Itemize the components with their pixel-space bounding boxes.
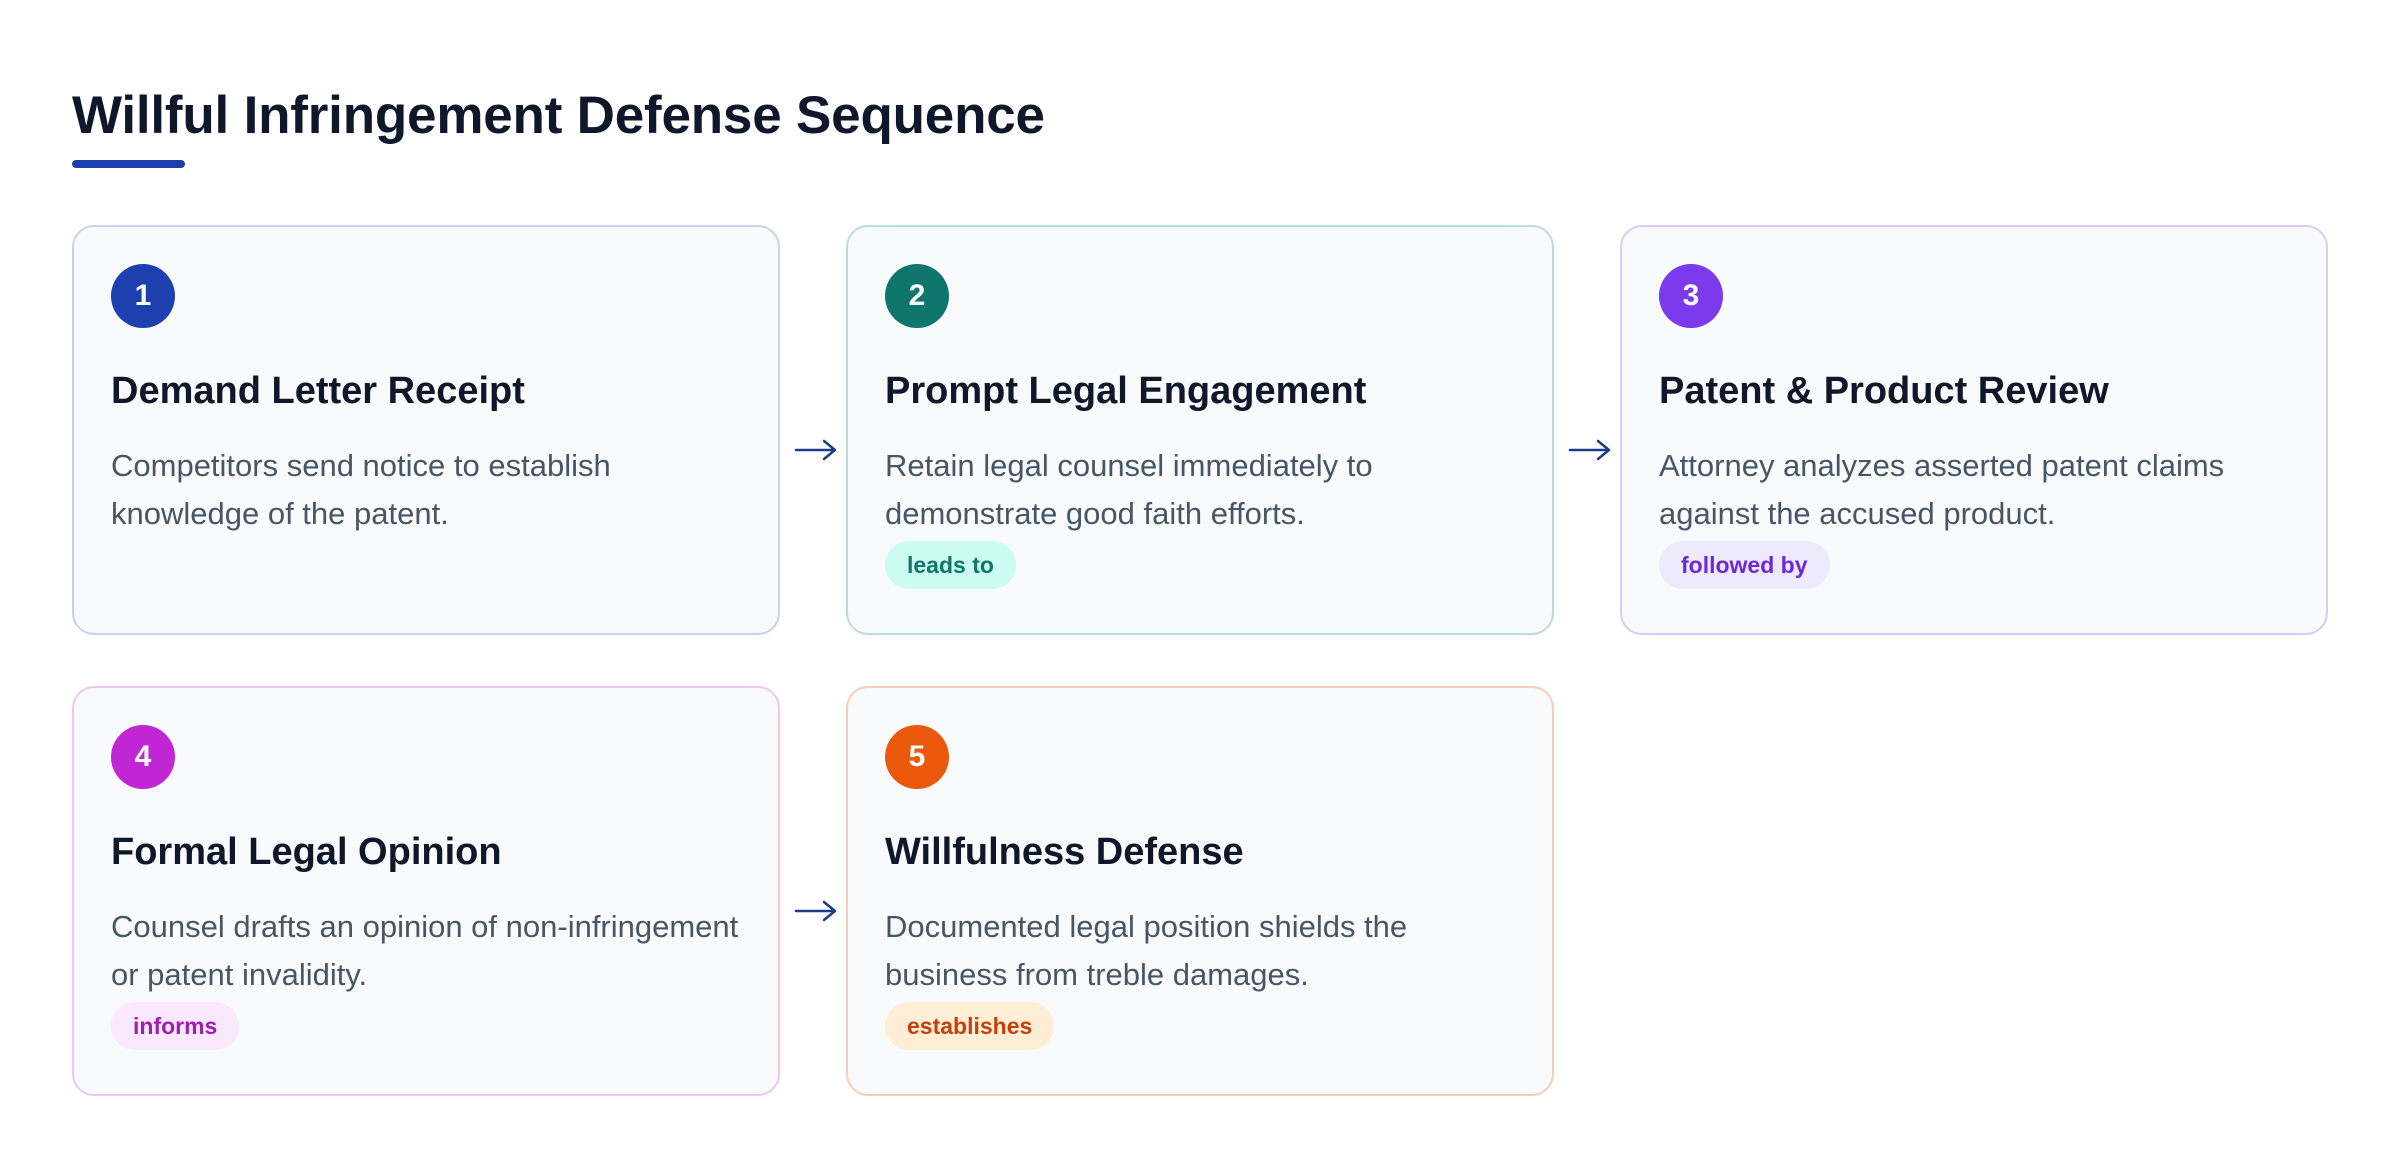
step-title: Demand Letter Receipt [111, 370, 525, 412]
step-description: Documented legal position shields the bu… [885, 909, 1408, 992]
relation-tag: informs [111, 1002, 240, 1050]
step-description: Retain legal counsel immediately to demo… [885, 448, 1373, 531]
relation-tag: followed by [1659, 541, 1830, 589]
arrow-right-icon [782, 435, 846, 465]
step-number-badge: 3 [1659, 264, 1723, 328]
step-title: Willfulness Defense [885, 831, 1244, 873]
relation-tag: leads to [885, 541, 1016, 589]
step-number-badge: 2 [885, 264, 949, 328]
arrow-right-icon [1556, 435, 1620, 465]
step-card-5: 5 Willfulness Defense Documented legal p… [846, 686, 1554, 1096]
step-description: Counsel drafts an opinion of non-infring… [111, 909, 739, 992]
relation-tag: establishes [885, 1002, 1055, 1050]
title-underline [72, 160, 185, 168]
step-description: Attorney analyzes asserted patent claims… [1659, 448, 2225, 531]
step-number-badge: 1 [111, 264, 175, 328]
step-description: Competitors send notice to establish kno… [111, 448, 611, 531]
step-title: Formal Legal Opinion [111, 831, 502, 873]
page-title: Willful Infringement Defense Sequence [72, 86, 1045, 145]
step-title: Patent & Product Review [1659, 370, 2109, 412]
arrow-right-icon [782, 896, 846, 926]
step-card-1: 1 Demand Letter Receipt Competitors send… [72, 225, 780, 635]
step-title: Prompt Legal Engagement [885, 370, 1367, 412]
step-number-badge: 5 [885, 725, 949, 789]
step-card-3: 3 Patent & Product Review Attorney analy… [1620, 225, 2328, 635]
step-card-2: 2 Prompt Legal Engagement Retain legal c… [846, 225, 1554, 635]
step-card-4: 4 Formal Legal Opinion Counsel drafts an… [72, 686, 780, 1096]
step-number-badge: 4 [111, 725, 175, 789]
